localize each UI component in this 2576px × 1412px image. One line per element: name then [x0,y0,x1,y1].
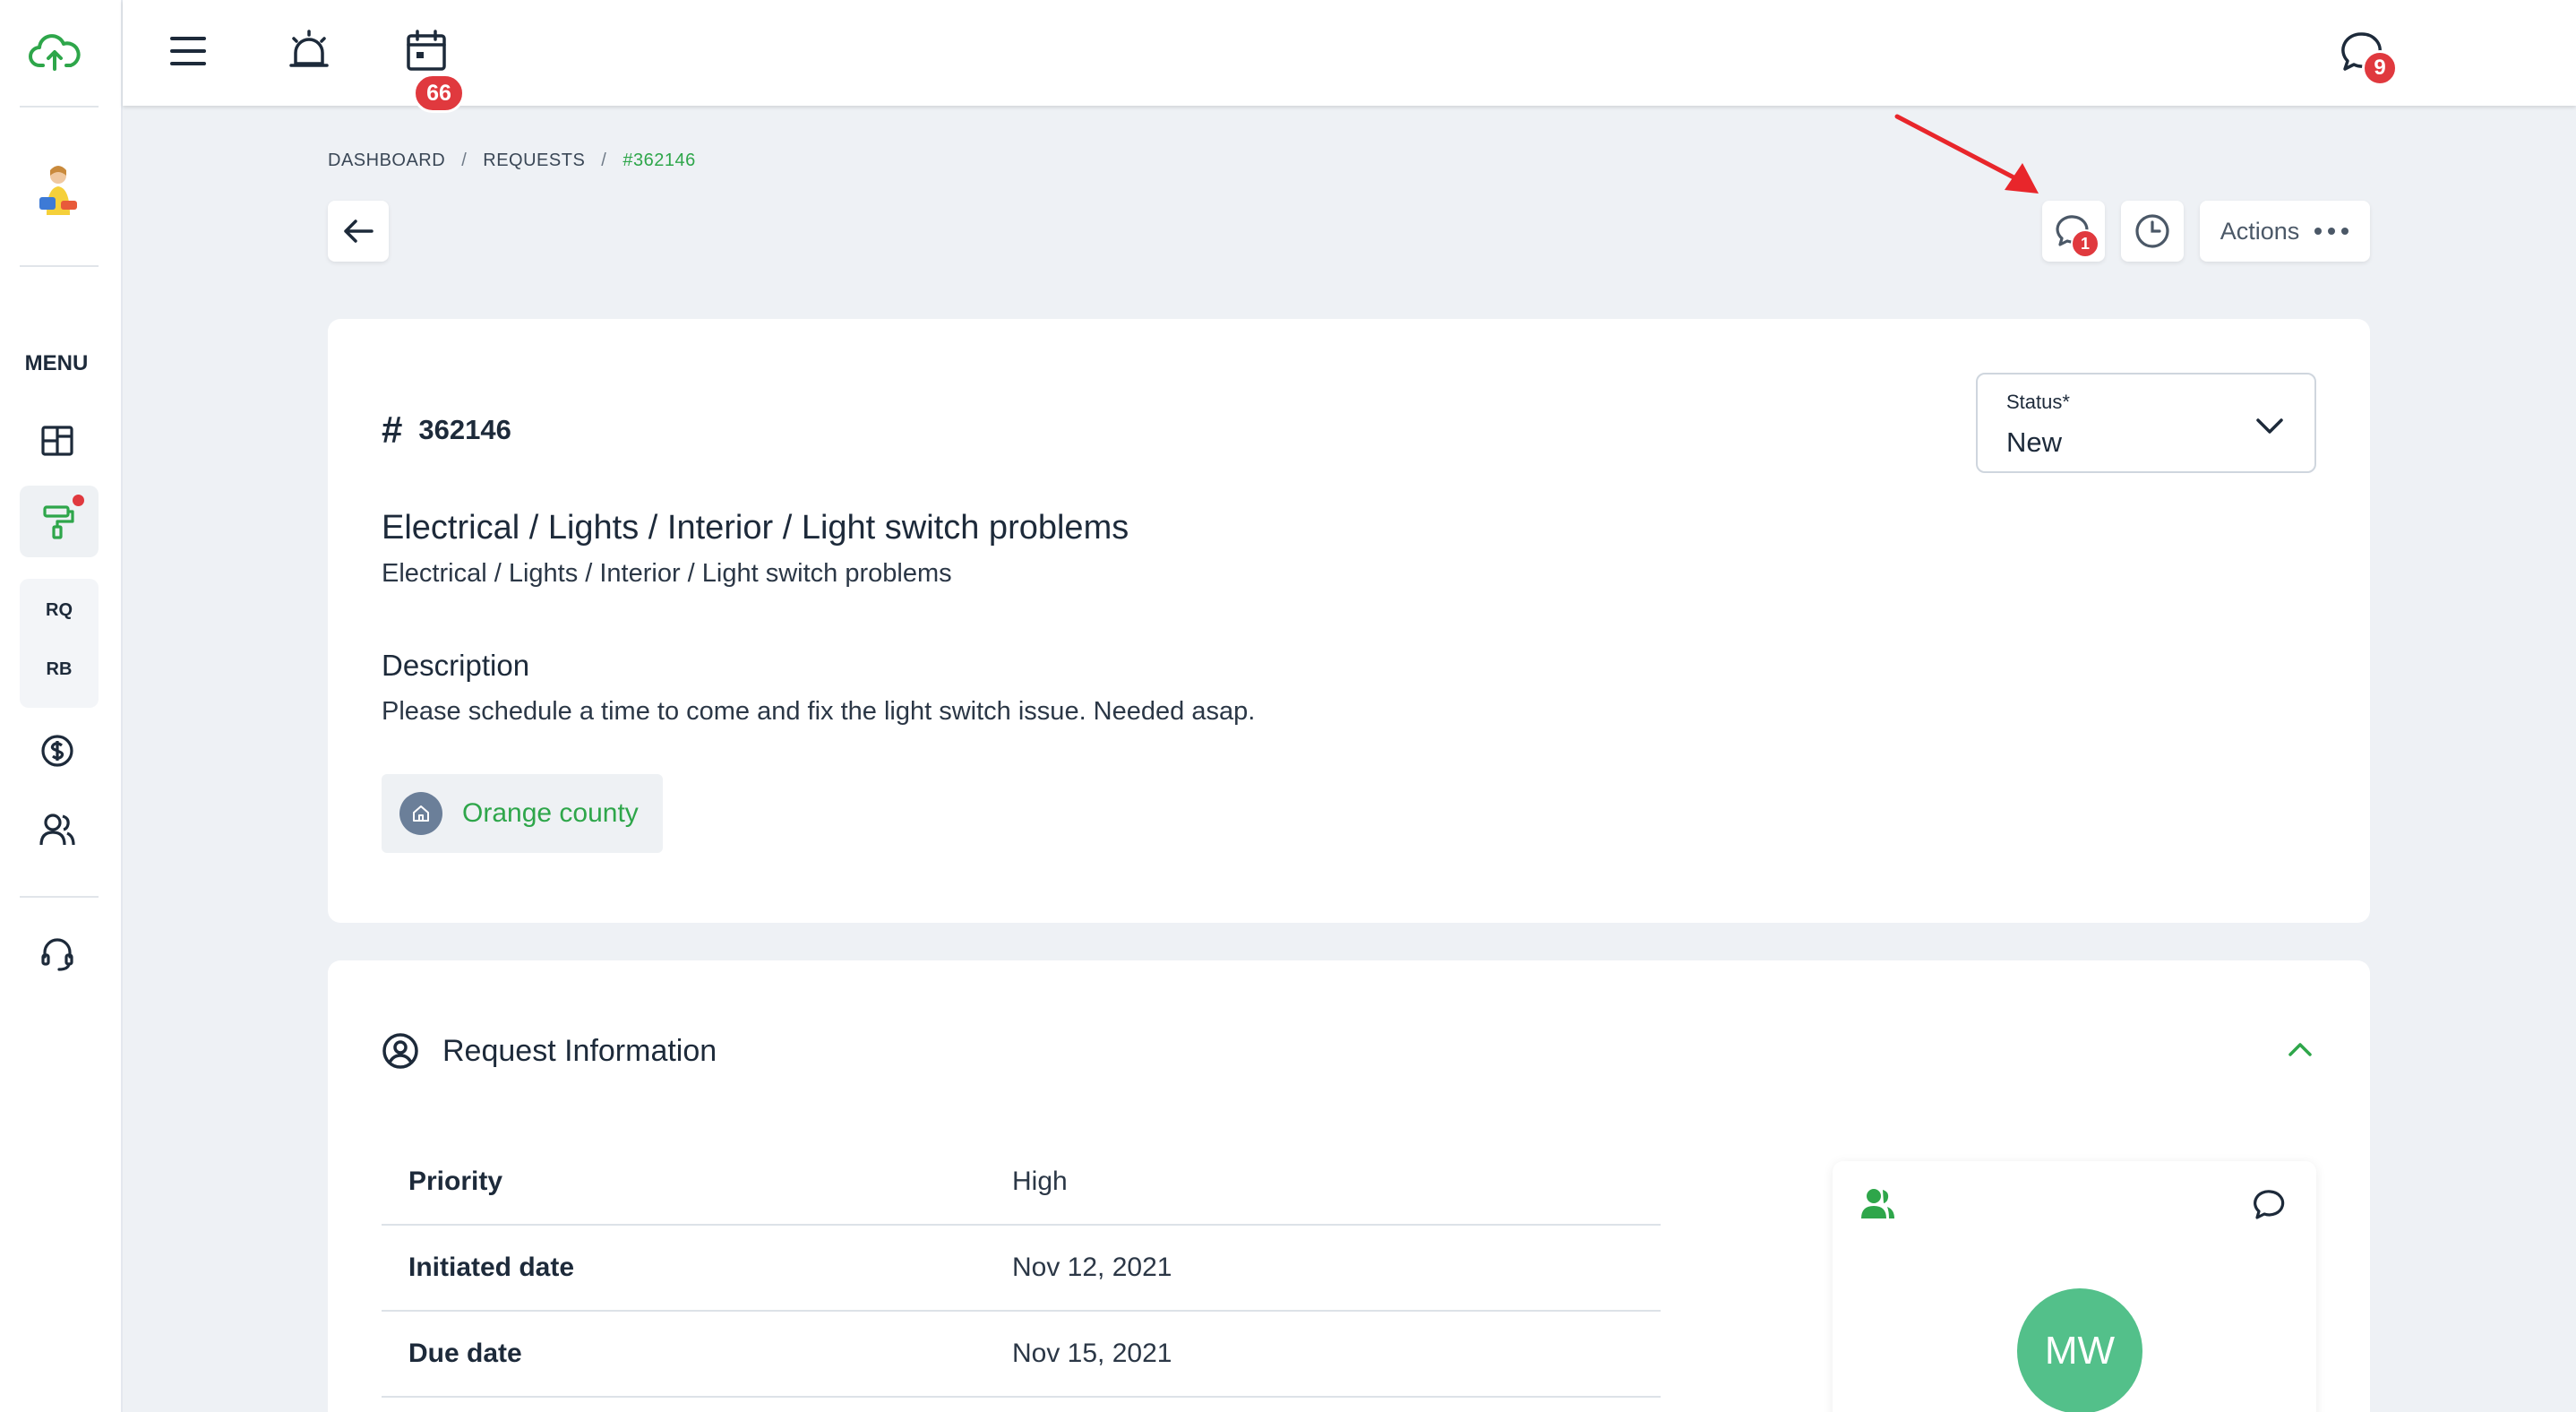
cloud-logo-icon[interactable] [27,30,82,75]
description-text: Please schedule a time to come and fix t… [382,697,1256,726]
sidebar-item-maintenance[interactable] [20,486,99,557]
sidebar-item-rq[interactable]: RQ [20,600,99,621]
request-detail-card: # 362146 Status* New Electrical / Lights… [328,319,2370,923]
request-info-card: Request Information Priority High Initia… [328,960,2370,1412]
dollar-icon[interactable] [38,731,77,771]
messages-count-badge: 9 [2362,50,2398,86]
sidebar-divider [20,896,99,898]
status-value: New [2006,426,2063,458]
comments-button[interactable]: 1 [2042,201,2105,262]
annotation-arrow [1894,114,2039,194]
request-info-header[interactable]: Request Information [382,1032,717,1070]
info-key: Initiated date [408,1253,575,1282]
sidebar-item-rb[interactable]: RB [20,659,99,680]
alarm-icon[interactable]: 66 [286,27,465,113]
info-value: Nov 12, 2021 [1012,1253,1172,1282]
alerts-count-badge: 66 [413,73,465,113]
request-id-value: 362146 [418,414,511,445]
info-row-priority: Priority High [382,1140,1661,1226]
sidebar: MENU RQ RB [0,0,123,1412]
history-button[interactable] [2121,201,2184,262]
chevron-up-icon[interactable] [2288,1041,2313,1057]
actions-label: Actions [2220,217,2300,245]
sidebar-divider [20,106,99,108]
breadcrumb-separator: / [461,151,468,170]
home-icon [399,792,442,835]
info-value: High [1012,1167,1068,1196]
request-info-heading: Request Information [442,1033,717,1068]
location-chip[interactable]: Orange county [382,774,663,853]
info-row-initiated-date: Initiated date Nov 12, 2021 [382,1226,1661,1312]
notification-dot [73,495,84,506]
team-icon [1861,1189,1894,1218]
request-subtitle: Electrical / Lights / Interior / Light s… [382,559,952,588]
breadcrumb-requests[interactable]: REQUESTS [483,151,585,171]
top-bar: 66 9 [123,0,2576,113]
sidebar-subgroup: RQ RB [20,579,99,708]
dashboard-icon[interactable] [38,423,77,459]
arrow-left-icon [344,220,374,243]
headset-icon[interactable] [38,934,77,973]
comments-count-badge: 1 [2071,229,2099,258]
status-select[interactable]: Status* New [1976,373,2316,473]
actions-button[interactable]: Actions [2200,201,2370,262]
breadcrumb: DASHBOARD / REQUESTS / #362146 [328,151,696,171]
hash-icon: # [382,409,403,451]
users-icon[interactable] [38,810,77,849]
hamburger-menu-icon[interactable] [167,32,209,70]
location-name: Orange county [462,798,639,828]
request-title: Electrical / Lights / Interior / Light s… [382,509,1129,547]
chevron-down-icon [2256,418,2283,434]
more-dots-icon [2314,228,2349,235]
breadcrumb-dashboard[interactable]: DASHBOARD [328,151,445,171]
breadcrumb-current: #362146 [623,151,696,170]
calendar-icon[interactable] [404,27,449,73]
assignee-card: MW [1833,1161,2316,1412]
request-id: # 362146 [382,409,511,452]
sidebar-divider [20,265,99,267]
info-row-due-date: Due date Nov 15, 2021 [382,1312,1661,1398]
chat-icon[interactable] [2254,1188,2288,1222]
clock-icon [2135,214,2169,248]
info-key: Priority [408,1167,503,1196]
info-key: Due date [408,1339,522,1368]
user-circle-icon [382,1033,418,1069]
description-heading: Description [382,649,530,682]
status-label: Status* [2006,391,2070,413]
user-avatar[interactable] [34,161,82,219]
menu-label: MENU [24,351,89,375]
info-value: Nov 15, 2021 [1012,1339,1172,1368]
breadcrumb-separator: / [601,151,607,170]
paint-roller-icon [43,505,74,539]
assignee-avatar[interactable]: MW [2017,1288,2142,1412]
back-button[interactable] [328,201,389,262]
